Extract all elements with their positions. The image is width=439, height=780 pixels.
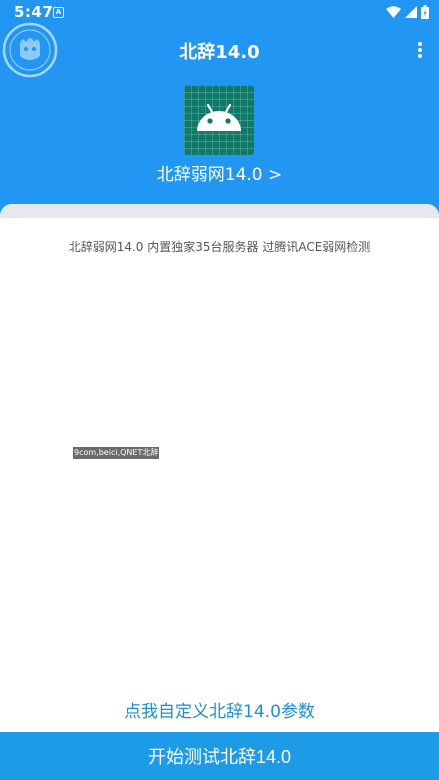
app-screen: 5:47 A 北辞14.0 北辞弱网14.0 > 北辞弱网14.0 内置独家35… [0, 0, 439, 780]
notification-icon: A [53, 7, 64, 18]
more-vert-icon[interactable] [415, 40, 425, 60]
battery-icon [421, 5, 429, 19]
android-robot-icon [197, 103, 241, 131]
signal-icon [405, 6, 417, 18]
toolbar-title: 北辞14.0 [179, 42, 260, 63]
app-header: 5:47 A 北辞14.0 北辞弱网14.0 > [0, 0, 439, 222]
status-icons [386, 5, 429, 19]
app-icon [184, 85, 254, 155]
card-top-divider [0, 204, 439, 218]
app-description: 北辞弱网14.0 内置独家35台服务器 过腾讯ACE弱网检测 [68, 240, 371, 254]
start-test-button[interactable]: 开始测试北辞14.0 [0, 732, 439, 780]
status-bar: 5:47 A [0, 0, 439, 26]
status-time: 5:47 [14, 3, 54, 21]
wifi-icon [386, 6, 401, 18]
custom-params-link[interactable]: 点我自定义北辞14.0参数 [0, 697, 439, 722]
content-card: 北辞弱网14.0 内置独家35台服务器 过腾讯ACE弱网检测 9com,beic… [0, 204, 439, 780]
log-output-label: 9com,beici,QNET北辞 [73, 447, 160, 459]
app-name-link[interactable]: 北辞弱网14.0 > [0, 160, 439, 185]
